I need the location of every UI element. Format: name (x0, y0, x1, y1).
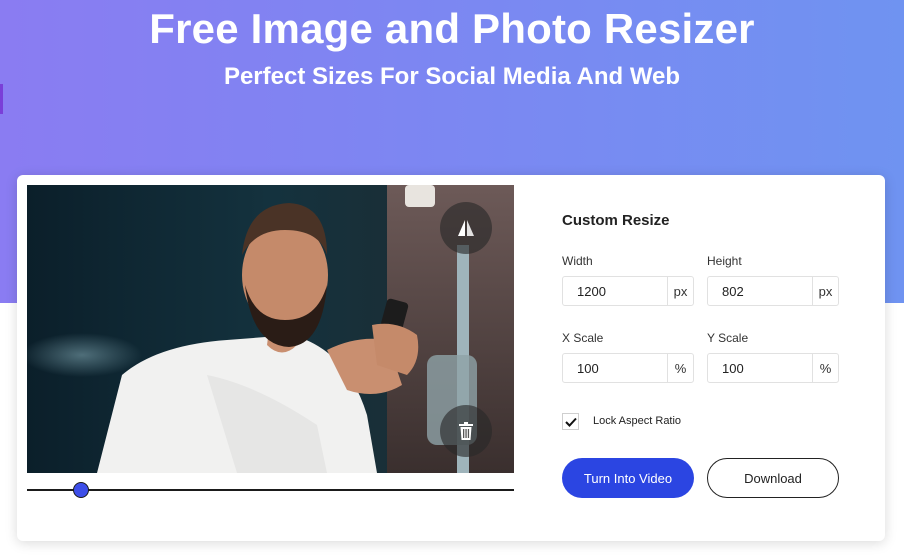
width-field: px (562, 276, 694, 306)
flip-horizontal-icon (458, 220, 474, 236)
y-scale-input[interactable] (708, 354, 812, 382)
lock-aspect-label: Lock Aspect Ratio (593, 415, 682, 427)
y-scale-unit: % (812, 354, 838, 382)
width-input[interactable] (563, 277, 667, 305)
x-scale-unit: % (667, 354, 693, 382)
checkmark-icon (564, 417, 577, 427)
slider-thumb[interactable] (72, 482, 89, 498)
flip-button[interactable] (440, 202, 492, 254)
page-subtitle: Perfect Sizes For Social Media And Web (223, 63, 681, 90)
zoom-slider[interactable] (27, 478, 514, 502)
height-input[interactable] (708, 277, 812, 305)
height-label: Height (707, 254, 742, 268)
height-unit: px (812, 277, 838, 305)
delete-button[interactable] (440, 405, 492, 457)
image-preview (27, 185, 514, 473)
width-label: Width (562, 254, 593, 268)
resizer-card: Custom Resize Width px Height px X Scale… (17, 175, 885, 541)
trash-icon (459, 422, 473, 440)
x-scale-field: % (562, 353, 694, 383)
lock-aspect-checkbox[interactable] (562, 413, 579, 430)
height-field: px (707, 276, 839, 306)
slider-track (27, 489, 514, 491)
width-unit: px (667, 277, 693, 305)
x-scale-label: X Scale (562, 331, 604, 345)
x-scale-input[interactable] (563, 354, 667, 382)
custom-resize-title: Custom Resize (562, 212, 670, 229)
page-title: Free Image and Photo Resizer (149, 5, 755, 52)
y-scale-label: Y Scale (707, 331, 749, 345)
download-button[interactable]: Download (707, 458, 839, 498)
turn-into-video-button[interactable]: Turn Into Video (562, 458, 694, 498)
y-scale-field: % (707, 353, 839, 383)
